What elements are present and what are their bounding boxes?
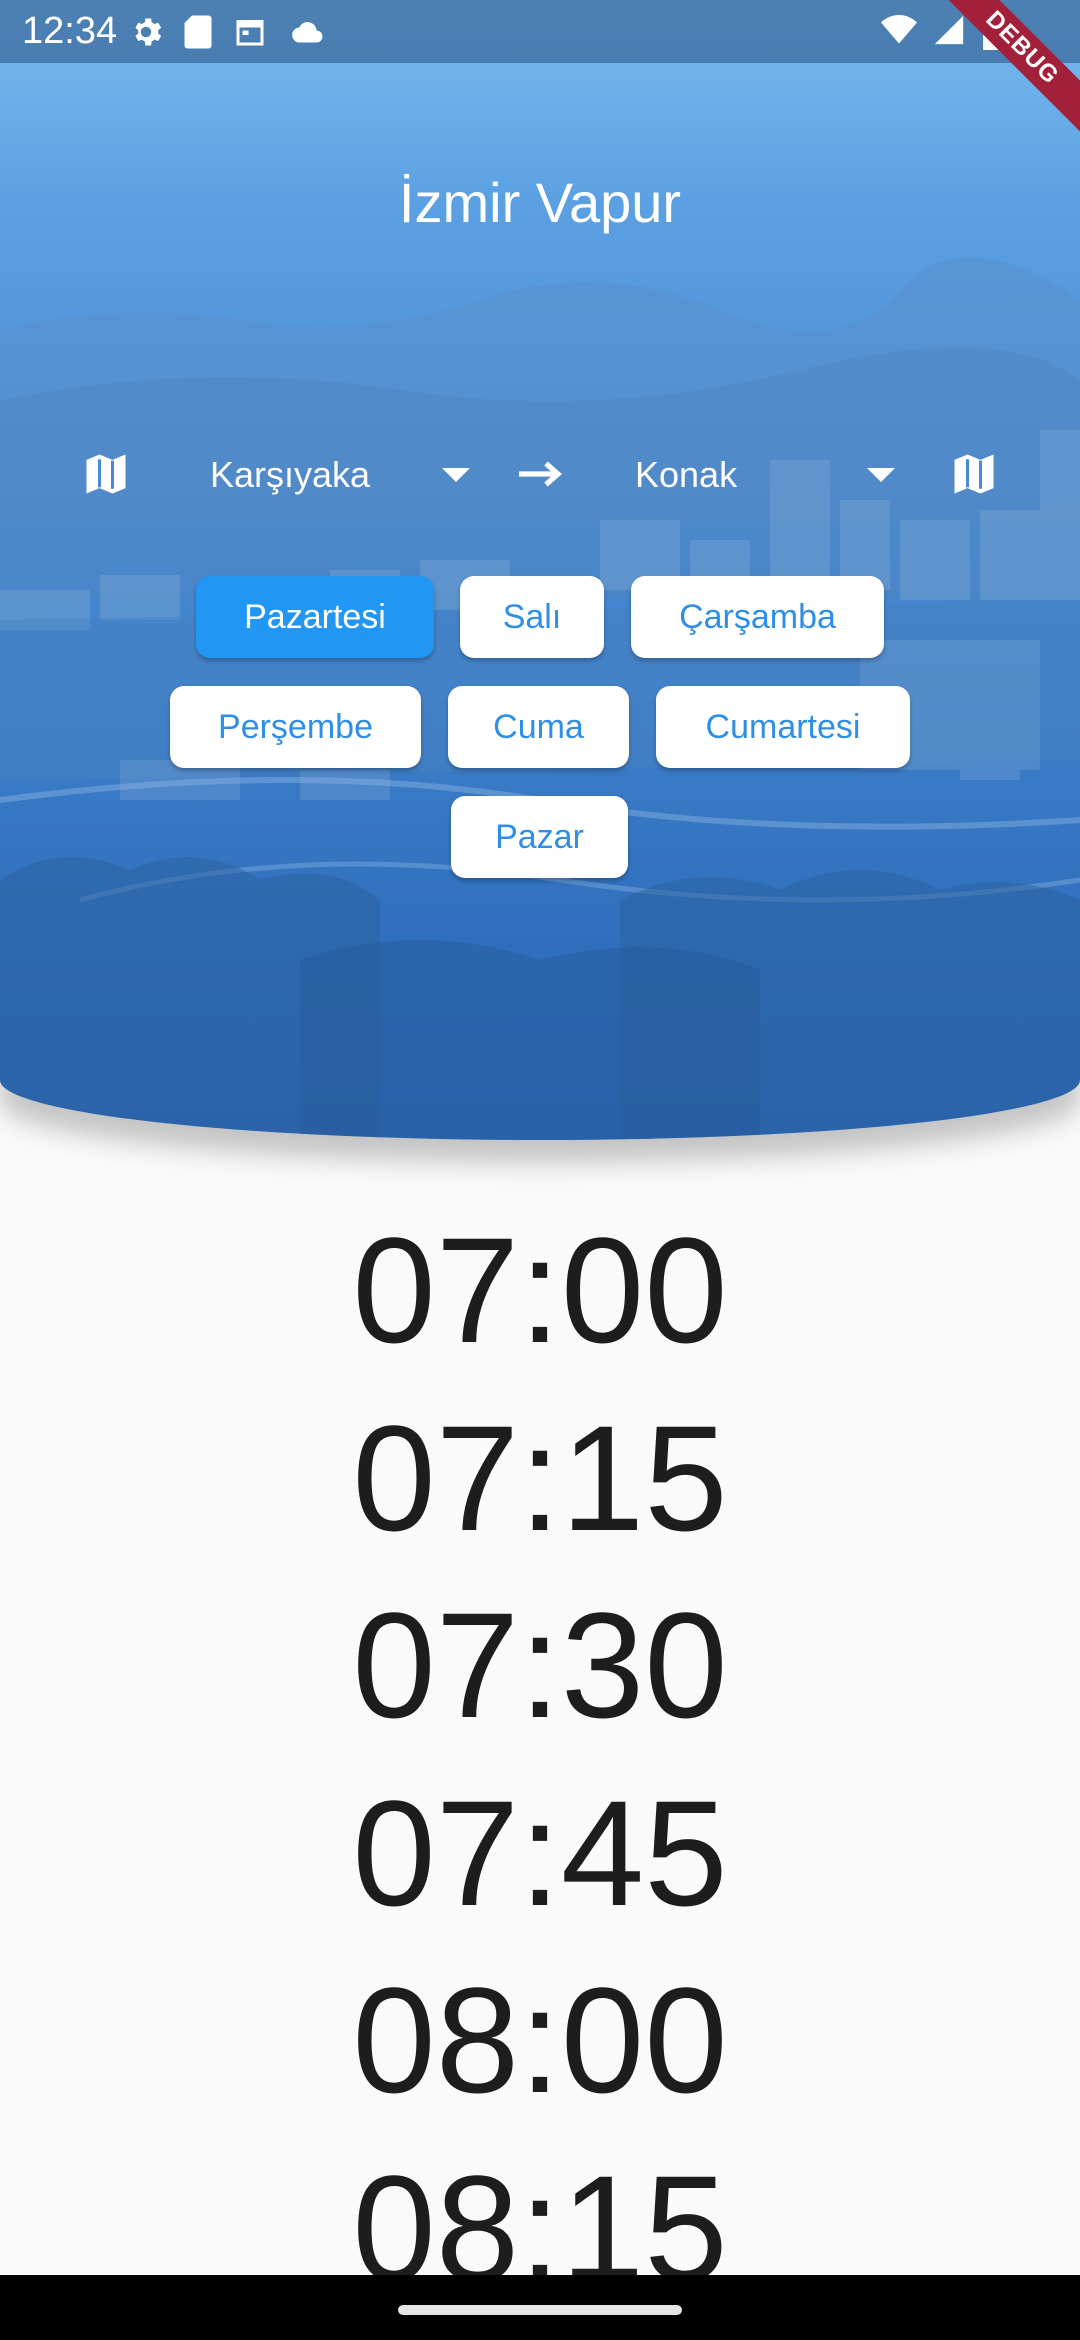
from-station-value: Karşıyaka <box>210 454 371 495</box>
cloud-icon <box>292 22 323 43</box>
status-time: 12:34 <box>22 10 118 52</box>
home-gesture-handle[interactable] <box>398 2305 682 2315</box>
time-item: 07:00 <box>352 1206 728 1374</box>
to-station-dropdown[interactable]: Konak <box>635 440 895 510</box>
day-chip-pazartesi[interactable]: Pazartesi <box>196 576 434 658</box>
to-dropdown-caret-icon <box>867 468 895 482</box>
calendar-icon <box>236 20 264 46</box>
departure-times-list[interactable]: 07:00 07:15 07:30 07:45 08:00 08:15 <box>0 1140 1080 2275</box>
day-chip-sali[interactable]: Salı <box>460 576 604 658</box>
system-navigation-bar <box>0 2275 1080 2340</box>
time-item: 07:45 <box>352 1769 728 1937</box>
app-title: İzmir Vapur <box>398 171 682 234</box>
from-station-dropdown[interactable]: Karşıyaka <box>210 440 470 510</box>
wifi-icon <box>881 15 917 44</box>
day-chip-carsamba[interactable]: Çarşamba <box>631 576 884 658</box>
to-station-value: Konak <box>635 454 738 495</box>
status-bar: 12:34 <box>0 0 1080 63</box>
day-chip-cumartesi[interactable]: Cumartesi <box>656 686 910 768</box>
from-dropdown-caret-icon <box>442 468 470 482</box>
from-map-icon[interactable] <box>80 448 132 500</box>
settings-icon <box>135 18 162 46</box>
time-item: 08:00 <box>352 1956 728 2124</box>
day-chip-cuma[interactable]: Cuma <box>448 686 629 768</box>
time-item: 07:30 <box>352 1581 728 1749</box>
day-chip-pazar[interactable]: Pazar <box>451 796 628 878</box>
signal-icon <box>934 15 964 45</box>
to-map-icon[interactable] <box>948 448 1000 500</box>
arrow-right-icon <box>519 461 562 487</box>
status-icons-left <box>128 14 326 50</box>
route-selector: Karşıyaka Konak <box>0 440 1080 510</box>
day-chip-persembe[interactable]: Perşembe <box>170 686 421 768</box>
time-item: 07:15 <box>352 1394 728 1562</box>
header-panel: 12:34 DEBUG İzmir Vapur Karşıyaka Konak … <box>0 0 1080 1140</box>
time-item: 08:15 <box>352 2144 728 2275</box>
sd-card-icon <box>184 15 212 49</box>
app-screen: 12:34 DEBUG İzmir Vapur Karşıyaka Konak … <box>0 0 1080 2340</box>
